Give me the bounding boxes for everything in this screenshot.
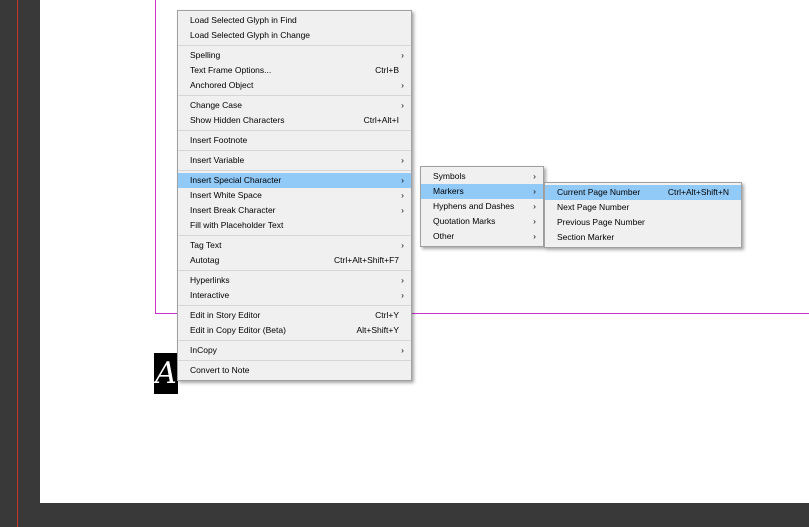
menu-item-incopy[interactable]: InCopy › [178,343,411,358]
menu-item-convert-to-note[interactable]: Convert to Note [178,363,411,378]
menu-item-label: Insert White Space [190,190,262,200]
menu-item-label: Symbols [433,171,466,181]
menu-item-insert-special-character[interactable]: Insert Special Character › [178,173,411,188]
menu-item-label: Previous Page Number [557,217,645,227]
menu-item-label: Spelling [190,50,221,60]
chevron-right-icon: › [401,50,404,60]
menu-separator [178,270,411,271]
menu-item-shortcut: Ctrl+Y [375,310,399,320]
chevron-right-icon: › [401,190,404,200]
menu-item-label: Next Page Number [557,202,630,212]
chevron-right-icon: › [401,345,404,355]
menu-item-label: Edit in Copy Editor (Beta) [190,325,286,335]
menu-separator [178,45,411,46]
menu-item-label: Insert Variable [190,155,245,165]
menu-item-fill-with-placeholder-text[interactable]: Fill with Placeholder Text [178,218,411,233]
menu-item-label: Hyperlinks [190,275,230,285]
chevron-right-icon: › [533,216,536,226]
menu-separator [178,235,411,236]
menu-item-spelling[interactable]: Spelling › [178,48,411,63]
marker-item-section-marker[interactable]: Section Marker [545,230,741,245]
menu-item-label: Text Frame Options... [190,65,272,75]
chevron-right-icon: › [401,80,404,90]
drop-cap-glyph[interactable]: A [154,353,178,394]
menu-item-shortcut: Ctrl+Alt+I [363,115,399,125]
marker-item-previous-page-number[interactable]: Previous Page Number [545,215,741,230]
menu-item-insert-white-space[interactable]: Insert White Space › [178,188,411,203]
menu-separator [178,170,411,171]
bleed-guide-line [17,0,18,527]
menu-separator [178,130,411,131]
menu-item-label: Load Selected Glyph in Find [190,15,297,25]
marker-item-next-page-number[interactable]: Next Page Number [545,200,741,215]
markers-submenu: Current Page Number Ctrl+Alt+Shift+N Next … [544,182,742,248]
chevron-right-icon: › [401,100,404,110]
menu-item-shortcut: Ctrl+Alt+Shift+F7 [334,255,399,265]
menu-item-label: Other [433,231,455,241]
menu-item-label: Anchored Object [190,80,254,90]
chevron-right-icon: › [401,205,404,215]
chevron-right-icon: › [401,275,404,285]
menu-separator [178,340,411,341]
submenu-item-symbols[interactable]: Symbols › [421,169,543,184]
menu-item-label: Current Page Number [557,187,641,197]
submenu-item-quotation-marks[interactable]: Quotation Marks › [421,214,543,229]
menu-item-shortcut: Alt+Shift+Y [356,325,399,335]
chevron-right-icon: › [401,175,404,185]
context-menu: Load Selected Glyph in Find Load Selected… [177,10,412,381]
chevron-right-icon: › [533,231,536,241]
menu-item-label: Change Case [190,100,242,110]
menu-item-text-frame-options[interactable]: Text Frame Options... Ctrl+B [178,63,411,78]
menu-item-label: Insert Special Character [190,175,282,185]
chevron-right-icon: › [401,290,404,300]
menu-item-label: Insert Footnote [190,135,248,145]
menu-item-insert-variable[interactable]: Insert Variable › [178,153,411,168]
menu-separator [178,360,411,361]
menu-item-load-selected-glyph-in-change[interactable]: Load Selected Glyph in Change [178,28,411,43]
menu-item-edit-in-copy-editor-beta[interactable]: Edit in Copy Editor (Beta) Alt+Shift+Y [178,323,411,338]
menu-item-label: Edit in Story Editor [190,310,261,320]
marker-item-current-page-number[interactable]: Current Page Number Ctrl+Alt+Shift+N [545,185,741,200]
menu-item-label: Markers [433,186,464,196]
menu-item-label: Insert Break Character [190,205,276,215]
submenu-item-markers[interactable]: Markers › [421,184,543,199]
menu-item-label: Fill with Placeholder Text [190,220,284,230]
menu-item-label: Interactive [190,290,230,300]
menu-item-anchored-object[interactable]: Anchored Object › [178,78,411,93]
chevron-right-icon: › [401,240,404,250]
insert-special-character-submenu: Symbols › Markers › Hyphens and Dashes › Quota… [420,166,544,247]
menu-separator [178,150,411,151]
menu-separator [178,305,411,306]
menu-item-label: Load Selected Glyph in Change [190,30,311,40]
menu-item-insert-footnote[interactable]: Insert Footnote [178,133,411,148]
menu-item-show-hidden-characters[interactable]: Show Hidden Characters Ctrl+Alt+I [178,113,411,128]
menu-item-edit-in-story-editor[interactable]: Edit in Story Editor Ctrl+Y [178,308,411,323]
submenu-item-hyphens-and-dashes[interactable]: Hyphens and Dashes › [421,199,543,214]
chevron-right-icon: › [401,155,404,165]
menu-item-autotag[interactable]: Autotag Ctrl+Alt+Shift+F7 [178,253,411,268]
menu-item-label: Convert to Note [190,365,250,375]
menu-item-label: Autotag [190,255,220,265]
menu-item-load-selected-glyph-in-find[interactable]: Load Selected Glyph in Find [178,13,411,28]
menu-item-label: Tag Text [190,240,222,250]
menu-item-interactive[interactable]: Interactive › [178,288,411,303]
chevron-right-icon: › [533,171,536,181]
menu-item-label: Section Marker [557,232,615,242]
menu-item-change-case[interactable]: Change Case › [178,98,411,113]
menu-separator [178,95,411,96]
menu-item-shortcut: Ctrl+B [375,65,399,75]
menu-item-label: InCopy [190,345,217,355]
menu-item-hyperlinks[interactable]: Hyperlinks › [178,273,411,288]
menu-item-label: Show Hidden Characters [190,115,285,125]
menu-item-insert-break-character[interactable]: Insert Break Character › [178,203,411,218]
menu-item-label: Hyphens and Dashes [433,201,515,211]
chevron-right-icon: › [533,201,536,211]
chevron-right-icon: › [533,186,536,196]
menu-item-shortcut: Ctrl+Alt+Shift+N [667,187,729,197]
submenu-item-other[interactable]: Other › [421,229,543,244]
menu-item-label: Quotation Marks [433,216,496,226]
menu-item-tag-text[interactable]: Tag Text › [178,238,411,253]
